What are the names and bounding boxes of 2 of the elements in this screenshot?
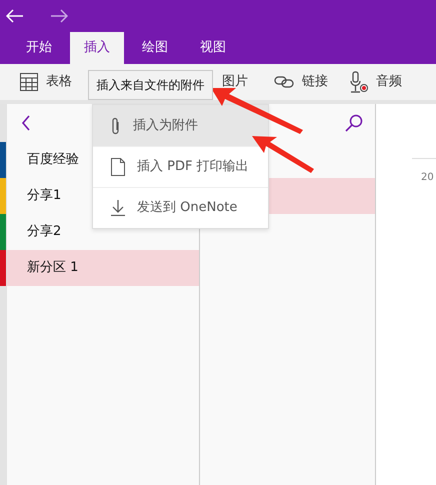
tooltip: 插入来自文件的附件 — [88, 70, 213, 100]
date-text: 20 — [421, 171, 434, 185]
